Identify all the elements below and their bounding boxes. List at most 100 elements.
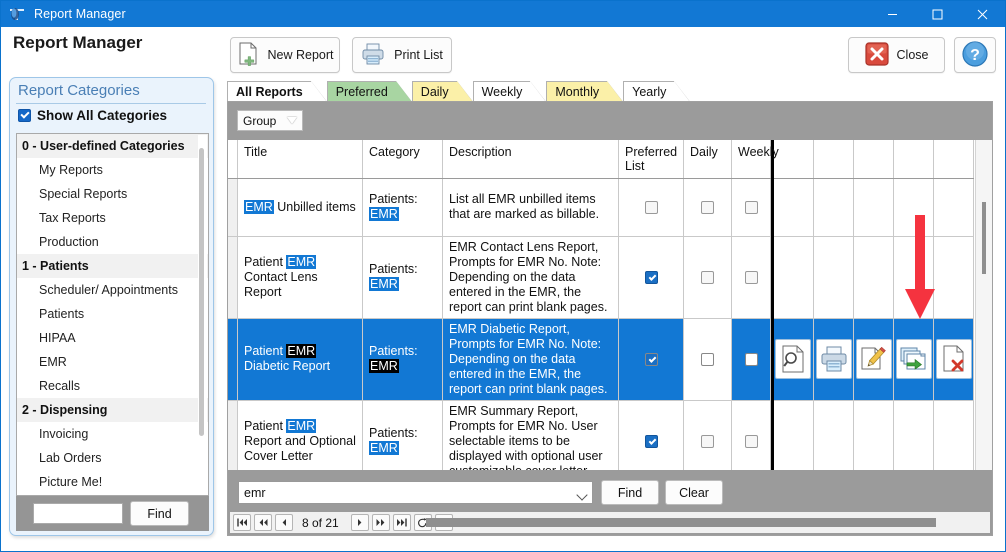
sidebar-find-button[interactable]: Find — [130, 501, 189, 526]
checkbox-icon[interactable] — [701, 270, 714, 284]
category-list-scrollbar[interactable] — [198, 135, 207, 495]
cell-preferred[interactable] — [618, 178, 684, 237]
title-suffix: Unbilled items — [273, 199, 356, 214]
row-indicator[interactable] — [228, 236, 238, 319]
edit-icon[interactable] — [855, 339, 892, 379]
checkbox-icon[interactable] — [644, 352, 658, 366]
table-row[interactable]: Patient EMR Contact Lens Report Patients:… — [228, 236, 974, 319]
category-list-item[interactable]: Special Reports — [17, 182, 208, 206]
category-list-item[interactable]: Invoicing — [17, 422, 208, 446]
category-list-item[interactable]: Recalls — [17, 374, 208, 398]
show-all-categories-checkbox[interactable]: Show All Categories — [18, 108, 167, 123]
minimize-icon[interactable] — [870, 1, 915, 27]
group-dropdown[interactable]: Group — [237, 110, 303, 131]
checkbox-icon[interactable] — [701, 352, 714, 366]
checkbox-icon[interactable] — [744, 200, 758, 214]
checkbox-icon[interactable] — [744, 352, 758, 366]
cell-daily[interactable] — [683, 236, 732, 319]
cell-weekly[interactable] — [731, 236, 771, 319]
cell-preferred[interactable] — [618, 318, 684, 401]
tab-daily[interactable]: Daily — [411, 81, 474, 103]
cell-weekly[interactable] — [731, 178, 771, 237]
previous-page-button[interactable] — [254, 514, 272, 531]
cell-category: Patients: EMR — [362, 318, 443, 401]
grid-vertical-scrollbar[interactable] — [975, 140, 992, 470]
print-icon[interactable] — [815, 339, 852, 379]
checkbox-icon[interactable] — [744, 434, 758, 448]
first-record-button[interactable] — [233, 514, 251, 531]
scrollbar-thumb[interactable] — [982, 202, 986, 274]
cell-preferred[interactable] — [618, 236, 684, 319]
next-page-button[interactable] — [371, 514, 390, 531]
tab-all-reports[interactable]: All Reports — [227, 81, 328, 103]
sidebar-find-input[interactable] — [33, 503, 123, 524]
column-header-description[interactable]: Description — [442, 140, 619, 179]
checkbox-icon[interactable] — [701, 434, 714, 448]
column-header-preferred-list[interactable]: Preferred List — [618, 140, 684, 179]
cell-preferred[interactable] — [618, 400, 684, 470]
table-row[interactable]: EMR Unbilled items Patients: EMR List all … — [228, 178, 974, 237]
clear-button[interactable]: Clear — [665, 480, 723, 505]
category-group-header[interactable]: 0 - User-defined Categories — [17, 134, 208, 158]
new-report-button[interactable]: New Report — [230, 37, 340, 73]
category-group-header[interactable]: 1 - Patients — [17, 254, 208, 278]
maximize-icon[interactable] — [915, 1, 960, 27]
cell-weekly[interactable] — [731, 400, 771, 470]
delete-icon[interactable] — [935, 339, 972, 379]
cell-action-4[interactable] — [893, 318, 934, 401]
row-indicator[interactable] — [228, 318, 238, 401]
search-combobox[interactable]: emr — [238, 481, 593, 504]
cell-daily[interactable] — [683, 178, 732, 237]
printer-icon — [361, 43, 385, 68]
column-header-title[interactable]: Title — [237, 140, 363, 179]
column-header-category[interactable]: Category — [362, 140, 443, 179]
category-group-header[interactable]: 2 - Dispensing — [17, 398, 208, 422]
checkbox-icon[interactable] — [701, 200, 714, 214]
category-list-item[interactable]: Picture Me! — [17, 470, 208, 494]
checkbox-icon[interactable] — [644, 200, 658, 214]
find-button[interactable]: Find — [601, 480, 659, 505]
chevron-down-icon[interactable] — [576, 489, 588, 501]
category-list-item[interactable]: My Reports — [17, 158, 208, 182]
help-button[interactable]: ? — [954, 37, 996, 73]
preview-icon[interactable] — [775, 339, 812, 379]
table-row[interactable]: Patient EMR Report and Optional Cover Le… — [228, 400, 974, 470]
copy-icon[interactable] — [895, 339, 932, 379]
close-icon[interactable] — [960, 1, 1005, 27]
close-button[interactable]: Close — [848, 37, 945, 73]
category-list-item[interactable]: Lab Orders — [17, 446, 208, 470]
cell-daily[interactable] — [683, 318, 732, 401]
reports-grid[interactable]: Title Category Description Preferred Lis… — [228, 140, 992, 470]
checkbox-icon[interactable] — [644, 434, 658, 448]
row-indicator[interactable] — [228, 400, 238, 470]
checkbox-icon[interactable] — [744, 270, 758, 284]
previous-record-button[interactable] — [275, 514, 293, 531]
cell-action-5[interactable] — [933, 318, 974, 401]
category-list[interactable]: 0 - User-defined Categories My Reports Spe… — [16, 133, 209, 496]
grid-horizontal-scrollbar[interactable] — [426, 518, 936, 527]
cell-action-1[interactable] — [773, 318, 814, 401]
cell-daily[interactable] — [683, 400, 732, 470]
category-list-item[interactable]: Patients — [17, 302, 208, 326]
cell-weekly[interactable] — [731, 318, 771, 401]
print-list-button[interactable]: Print List — [352, 37, 452, 73]
checkbox-icon[interactable] — [644, 270, 658, 284]
column-header-daily[interactable]: Daily — [683, 140, 732, 179]
tab-yearly[interactable]: Yearly — [623, 81, 692, 103]
category-list-item[interactable]: Scheduler/ Appointments — [17, 278, 208, 302]
table-row[interactable]: Patient EMR Diabetic Report Patients: EMR… — [228, 318, 974, 401]
cell-action-2[interactable] — [813, 318, 854, 401]
column-header-weekly[interactable]: Weekly — [731, 140, 779, 179]
category-list-item[interactable]: Tax Reports — [17, 206, 208, 230]
tab-monthly[interactable]: Monthly — [546, 81, 624, 103]
tab-weekly[interactable]: Weekly — [472, 81, 548, 103]
last-record-button[interactable] — [392, 514, 411, 531]
next-record-button[interactable] — [350, 514, 369, 531]
category-list-item[interactable]: Production — [17, 230, 208, 254]
cell-action-3[interactable] — [853, 318, 894, 401]
category-list-item[interactable]: HIPAA — [17, 326, 208, 350]
category-list-item[interactable]: EMR — [17, 350, 208, 374]
scrollbar-thumb[interactable] — [199, 148, 204, 436]
tab-preferred[interactable]: Preferred — [326, 81, 413, 103]
row-indicator[interactable] — [228, 178, 238, 237]
